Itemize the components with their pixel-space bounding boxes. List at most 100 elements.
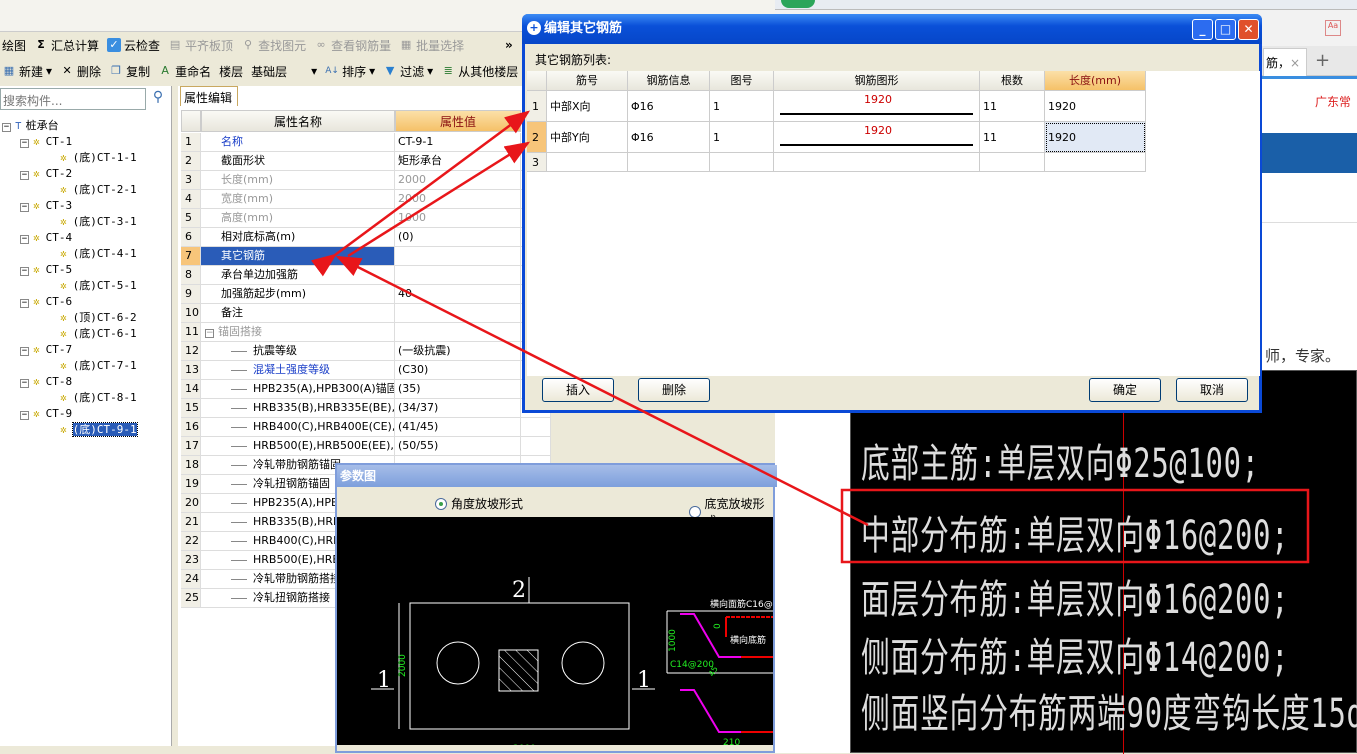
tree-item[interactable]: ✲ (底)CT-1-1 [60, 150, 137, 166]
property-row[interactable]: 14 HPB235(A),HPB300(A)锚固 (35) [181, 380, 551, 399]
property-row[interactable]: 15 HRB335(B),HRB335E(BE),HRBF(34/37) [181, 399, 551, 418]
property-row[interactable]: 4 宽度(mm) 2000 [181, 190, 551, 209]
property-value[interactable]: CT-9-1 [395, 133, 521, 152]
rebar-info-cell[interactable]: Φ16 [628, 122, 710, 153]
search-input[interactable]: 搜索构件... [0, 88, 146, 110]
column-header-rebar-shape[interactable]: 钢筋图形 [774, 71, 980, 91]
tree-item[interactable]: − ✲ CT-1 [20, 134, 72, 150]
property-row[interactable]: 2 截面形状 矩形承台 [181, 152, 551, 171]
collapse-icon[interactable]: − [20, 379, 29, 388]
cancel-button[interactable]: 取消 [1176, 378, 1248, 402]
tree-item[interactable]: − ⊤ 桩承台 [2, 118, 59, 134]
column-header-rebar-length[interactable]: 长度(mm) [1045, 71, 1146, 91]
batch-select-button[interactable]: ▦ 批量选择 [399, 37, 464, 54]
new-tab-button[interactable]: + [1315, 50, 1330, 71]
property-value[interactable] [395, 304, 521, 323]
property-value[interactable]: (50/55) [395, 437, 521, 456]
view-rebar-button[interactable]: ∞ 查看钢筋量 [314, 37, 391, 54]
property-value[interactable]: (0) [395, 228, 521, 247]
rebar-shape-cell[interactable]: 1920 [774, 122, 980, 153]
tab-property-edit[interactable]: 属性编辑 [180, 86, 238, 106]
property-value[interactable]: (一级抗震) [395, 342, 521, 361]
delete-row-button[interactable]: 删除 [638, 378, 710, 402]
property-row[interactable]: 3 长度(mm) 2000 [181, 171, 551, 190]
delete-button[interactable]: ✕ 删除 [60, 63, 101, 80]
figure-number-cell[interactable] [710, 153, 774, 172]
new-button[interactable]: ▦ 新建 ▾ [2, 63, 52, 80]
tree-item[interactable]: ✲ (底)CT-8-1 [60, 390, 137, 406]
rename-button[interactable]: A 重命名 [158, 63, 211, 80]
property-row[interactable]: 17 HRB500(E),HRB500E(EE),HRBF(50/55) [181, 437, 551, 456]
property-row[interactable]: 11− 锚固搭接 [181, 323, 551, 342]
column-header-rebar-number[interactable]: 筋号 [547, 71, 628, 91]
tree-item[interactable]: − ✲ CT-4 [20, 230, 72, 246]
pdf-icon[interactable]: Aa [1325, 20, 1341, 36]
radio-angle-slope[interactable]: 角度放坡形式 [435, 495, 523, 512]
property-row[interactable]: 16 HRB400(C),HRB400E(CE),HRBF(41/45) [181, 418, 551, 437]
cloud-check-button[interactable]: ✓ 云检查 [107, 37, 160, 54]
minimize-button[interactable]: _ [1192, 19, 1213, 40]
collapse-icon[interactable]: − [205, 329, 214, 338]
column-header-figure-number[interactable]: 图号 [710, 71, 774, 91]
rebar-info-cell[interactable] [628, 153, 710, 172]
sum-calc-button[interactable]: Σ 汇总计算 [34, 37, 99, 54]
property-value[interactable] [395, 266, 521, 285]
browser-address-bar[interactable] [775, 0, 1357, 10]
figure-number-cell[interactable]: 1 [710, 122, 774, 153]
tree-item[interactable]: ✲ (底)CT-7-1 [60, 358, 137, 374]
property-row[interactable]: 8 承台单边加强筋 [181, 266, 551, 285]
property-row[interactable]: 10 备注 [181, 304, 551, 323]
property-value[interactable]: 矩形承台 [395, 152, 521, 171]
browser-tab[interactable]: 筋，× [1263, 48, 1307, 76]
rebar-count-cell[interactable] [980, 153, 1045, 172]
tree-item[interactable]: − ✲ CT-8 [20, 374, 72, 390]
property-row[interactable]: 1 名称 CT-9-1 [181, 133, 551, 152]
property-row[interactable]: 9 加强筋起步(mm) 40 [181, 285, 551, 304]
find-element-button[interactable]: ⚲ 查找图元 [241, 37, 306, 54]
property-value[interactable] [395, 323, 521, 342]
maximize-button[interactable]: □ [1215, 19, 1236, 40]
property-row[interactable]: 6 相对底标高(m) (0) [181, 228, 551, 247]
collapse-icon[interactable]: − [20, 299, 29, 308]
sort-button[interactable]: A↓ 排序 ▾ [325, 63, 375, 80]
insert-button[interactable]: 插入 [542, 378, 614, 402]
floor-select[interactable]: 基础层 ▾ [251, 63, 317, 80]
property-row[interactable]: 5 高度(mm) 1000 [181, 209, 551, 228]
dialog-title-bar[interactable]: + 编辑其它钢筋 _ □ ✕ [522, 14, 1262, 44]
tree-item[interactable]: ✲ (底)CT-2-1 [60, 182, 137, 198]
draw-button[interactable]: 绘图 [2, 37, 26, 54]
close-icon[interactable]: × [1290, 56, 1300, 70]
property-value[interactable] [395, 247, 521, 266]
figure-number-cell[interactable]: 1 [710, 91, 774, 122]
tree-item[interactable]: − ✲ CT-7 [20, 342, 72, 358]
property-row[interactable]: 7 其它钢筋 [181, 247, 551, 266]
ok-button[interactable]: 确定 [1089, 378, 1161, 402]
collapse-icon[interactable]: − [20, 411, 29, 420]
collapse-icon[interactable]: − [20, 267, 29, 276]
rebar-length-cell[interactable]: 1920 [1045, 91, 1146, 122]
collapse-icon[interactable]: − [20, 235, 29, 244]
rebar-number-cell[interactable]: 中部X向 [547, 91, 628, 122]
tree-item[interactable]: ✲ (底)CT-4-1 [60, 246, 137, 262]
column-header-rebar-count[interactable]: 根数 [980, 71, 1045, 91]
property-value[interactable]: (41/45) [395, 418, 521, 437]
tree-item[interactable]: ✲ (底)CT-9-1 [60, 422, 138, 438]
rebar-info-cell[interactable]: Φ16 [628, 91, 710, 122]
property-row[interactable]: 13 混凝土强度等级 (C30) [181, 361, 551, 380]
rebar-shape-cell[interactable]: 1920 [774, 91, 980, 122]
tree-item[interactable]: ✲ (顶)CT-6-2 [60, 310, 137, 326]
tree-item[interactable]: ✲ (底)CT-3-1 [60, 214, 137, 230]
rebar-number-cell[interactable] [547, 153, 628, 172]
rebar-length-cell[interactable] [1045, 153, 1146, 172]
tree-item[interactable]: − ✲ CT-6 [20, 294, 72, 310]
rebar-shape-cell[interactable] [774, 153, 980, 172]
align-slab-button[interactable]: ▤ 平齐板顶 [168, 37, 233, 54]
property-row[interactable]: 12 抗震等级 (一级抗震) [181, 342, 551, 361]
toolbar-overflow-button[interactable]: » [505, 38, 513, 52]
copy-button[interactable]: ❐ 复制 [109, 63, 150, 80]
rebar-count-cell[interactable]: 11 [980, 122, 1045, 153]
filter-button[interactable]: ▼ 过滤 ▾ [383, 63, 433, 80]
copy-from-floor-button[interactable]: ≣ 从其他楼层 [441, 63, 519, 80]
close-button[interactable]: ✕ [1238, 19, 1259, 40]
collapse-icon[interactable]: − [20, 347, 29, 356]
